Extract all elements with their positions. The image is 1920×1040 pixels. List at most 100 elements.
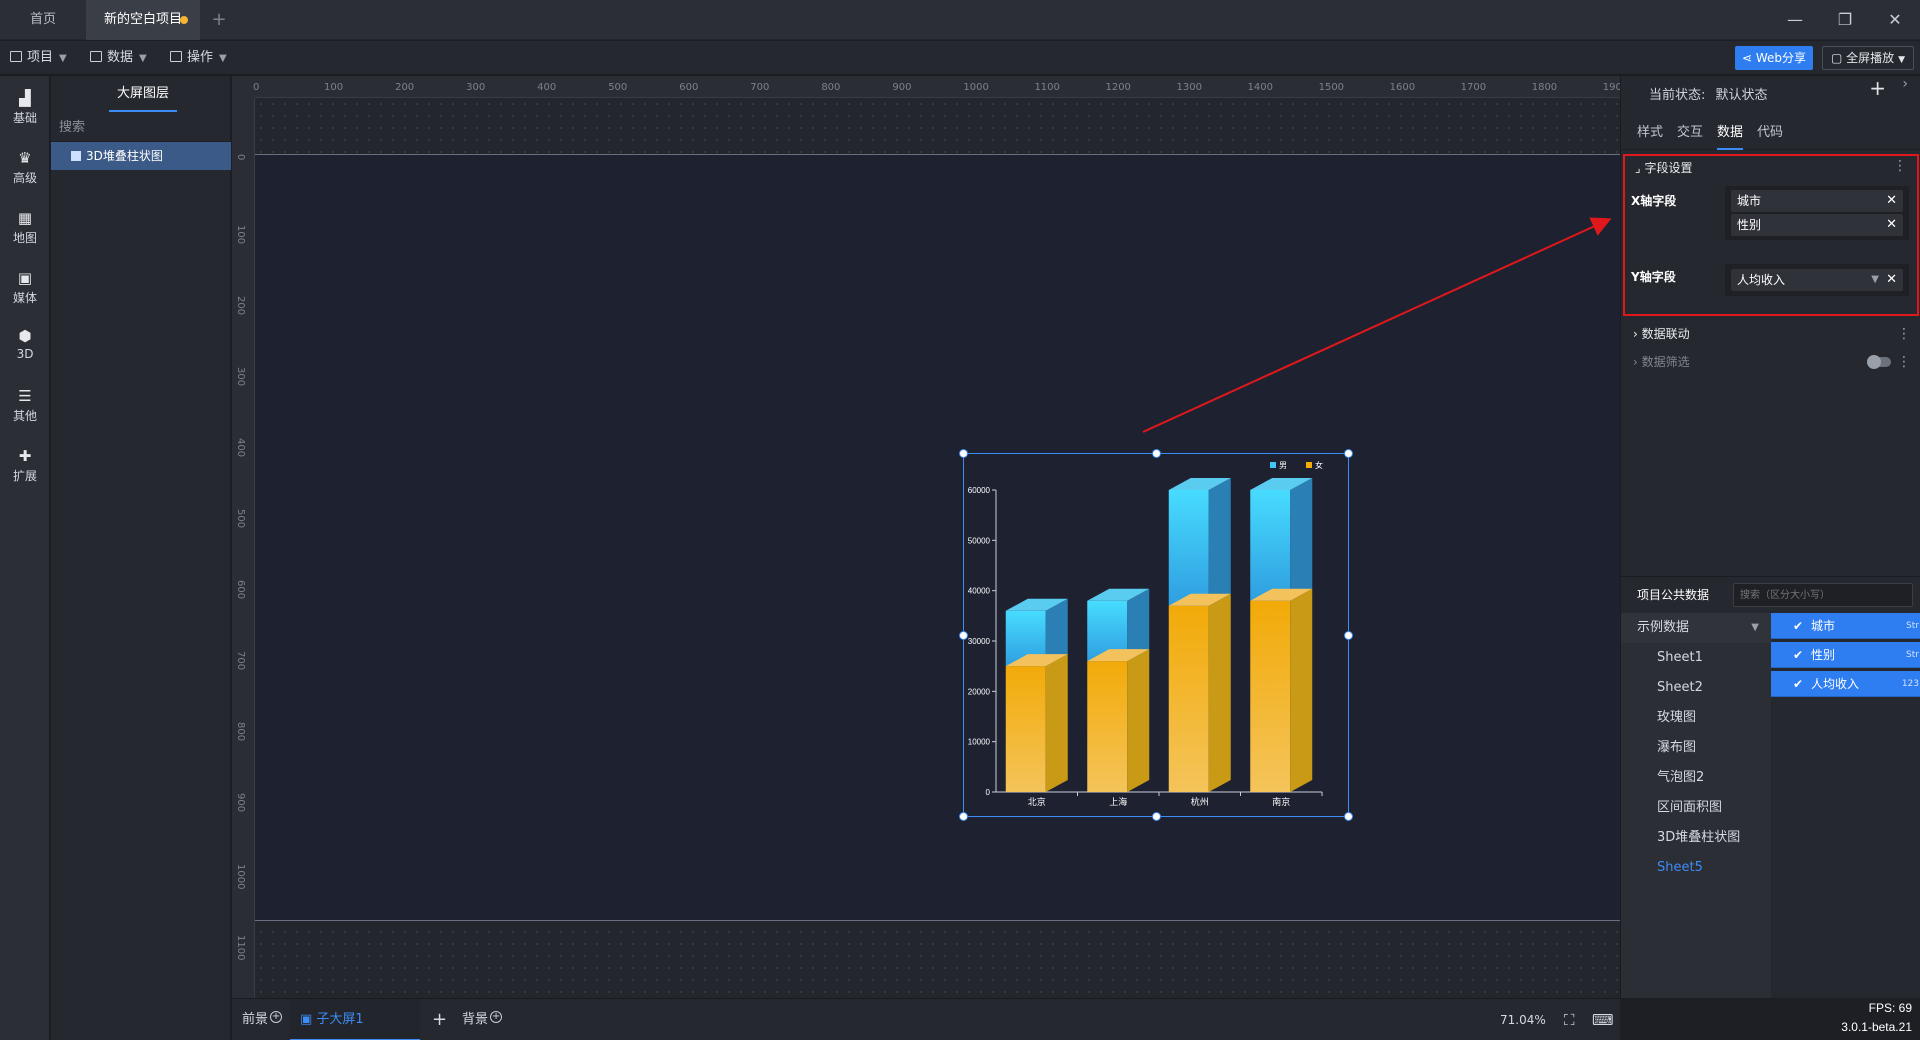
resize-handle[interactable]	[1152, 812, 1161, 821]
rail-media[interactable]: ▣ 媒体	[0, 264, 50, 314]
bar-female-side	[1045, 654, 1068, 792]
tab-home[interactable]: 首页	[0, 0, 86, 40]
ruler-tick-label: 600	[235, 580, 246, 600]
bar-male-side	[1290, 478, 1313, 601]
dataset-sheet[interactable]: 瀑布图	[1621, 733, 1771, 763]
state-value[interactable]: 默认状态	[1716, 88, 1768, 103]
resize-handle[interactable]	[1344, 631, 1353, 640]
add-tab-button[interactable]: +	[204, 0, 234, 40]
properties-panel: 当前状态: 默认状态 + › 样式 交互 数据 代码 ⌟ 字段设置 ⋮ X轴字段…	[1620, 76, 1920, 576]
resize-handle[interactable]	[959, 631, 968, 640]
rail-map[interactable]: ▦ 地图	[0, 204, 50, 254]
ruler-tick-label: 1800	[1531, 82, 1558, 93]
more-vertical-icon[interactable]: ⋮	[1897, 320, 1911, 348]
more-vertical-icon[interactable]: ⋮	[1897, 348, 1911, 376]
x-field-chip[interactable]: 性别 ✕	[1731, 214, 1903, 236]
more-vertical-icon[interactable]: ⋮	[1893, 158, 1907, 174]
add-circle-icon[interactable]: +	[490, 1011, 503, 1023]
layers-search-input[interactable]: 搜索	[51, 114, 231, 142]
dataset-sheet[interactable]: Sheet5	[1621, 853, 1771, 883]
ruler-left[interactable]: 0 100 200 300 400 500 600 700 800 900 1000 1100	[232, 98, 255, 998]
dataset-sheet[interactable]: 3D堆叠柱状图	[1621, 823, 1771, 853]
resize-handle[interactable]	[959, 812, 968, 821]
resize-handle[interactable]	[1152, 449, 1161, 458]
menu-ops[interactable]: 操作 ▼	[170, 41, 227, 75]
restore-button[interactable]: ❐	[1820, 0, 1870, 40]
x-field-chip[interactable]: 城市 ✕	[1731, 190, 1903, 212]
field-label: 城市	[1811, 619, 1836, 633]
dataset-sheet[interactable]: Sheet2	[1621, 673, 1771, 703]
dataset-field-row[interactable]: ✔ 人均收入 123	[1771, 671, 1920, 697]
legend-label: 男	[1279, 461, 1287, 470]
screen-stage[interactable]: 0 10000 20000 30000 40000 50000 60000 北京 上海 杭州 南京 男…	[255, 154, 1620, 921]
resize-handle[interactable]	[1344, 812, 1353, 821]
dataset-root[interactable]: 示例数据 ▼	[1621, 613, 1771, 643]
chart-component[interactable]: 0 10000 20000 30000 40000 50000 60000 北京 上海 杭州 南京 男…	[959, 449, 1353, 821]
resize-handle[interactable]	[1344, 449, 1353, 458]
add-state-button[interactable]: +	[1869, 76, 1886, 100]
keyboard-icon[interactable]: ⌨	[1592, 999, 1614, 1040]
layer-item[interactable]: 3D堆叠柱状图	[51, 142, 231, 170]
bar-female-front	[1005, 666, 1046, 792]
resize-handle[interactable]	[959, 449, 968, 458]
dataset-sheet[interactable]: Sheet1	[1621, 643, 1771, 673]
rail-other[interactable]: ☰ 其他	[0, 382, 50, 432]
foreground-tab[interactable]: 前景 +	[242, 999, 283, 1040]
app-window: 首页 新的空白项目 + — ❐ ✕ 项目 ▼ 数据 ▼ 操作 ▼ ⋖ Web分享 ▢ …	[0, 0, 1920, 1040]
dataset-sheet[interactable]: 玫瑰图	[1621, 703, 1771, 733]
add-circle-icon[interactable]: +	[270, 1011, 283, 1023]
dataset-sheet[interactable]: 气泡图2	[1621, 763, 1771, 793]
data-filter-toggle[interactable]	[1867, 355, 1891, 369]
bar-male-front	[1168, 490, 1209, 606]
remove-icon[interactable]: ✕	[1886, 190, 1897, 212]
public-data-search-input[interactable]	[1733, 583, 1913, 607]
fit-screen-icon[interactable]: ⛶	[1564, 999, 1575, 1040]
tab-style[interactable]: 样式	[1637, 116, 1663, 150]
fullscreen-label: 全屏播放	[1846, 51, 1895, 65]
ruler-tick-label: 300	[235, 367, 246, 387]
menu-data[interactable]: 数据 ▼	[90, 41, 147, 75]
x-field-dropzone[interactable]: 城市 ✕ 性别 ✕	[1725, 186, 1909, 240]
dataset-field-row[interactable]: ✔ 城市 Str	[1771, 613, 1920, 639]
tab-layers[interactable]: 大屏图层	[109, 76, 178, 112]
minimize-button[interactable]: —	[1770, 0, 1820, 40]
menu-project[interactable]: 项目 ▼	[10, 41, 67, 75]
chevron-right-icon[interactable]: ›	[1902, 76, 1908, 92]
dataset-field-row[interactable]: ✔ 性别 Str	[1771, 642, 1920, 668]
subscreen-tab[interactable]: ▣ 子大屏1	[290, 999, 420, 1040]
tab-interaction[interactable]: 交互	[1677, 116, 1703, 150]
zoom-level[interactable]: 71.04%	[1500, 999, 1546, 1040]
remove-icon[interactable]: ✕	[1886, 214, 1897, 236]
field-type-badge: 123	[1901, 679, 1919, 689]
remove-icon[interactable]: ✕	[1886, 269, 1897, 291]
data-linkage-section[interactable]: › 数据联动 ⋮	[1621, 320, 1920, 348]
chevron-down-icon[interactable]: ▼	[1871, 269, 1879, 291]
fullscreen-play-button[interactable]: ▢ 全屏播放 ▼	[1822, 46, 1914, 70]
x-field-chip-label: 城市	[1737, 194, 1762, 208]
field-settings-header[interactable]: ⌟ 字段设置	[1635, 156, 1692, 180]
field-settings-section: ⌟ 字段设置 ⋮ X轴字段 城市 ✕ 性别 ✕ Y轴字段 人均收入 ▼ ✕	[1623, 154, 1919, 316]
rail-label: 扩展	[12, 469, 37, 483]
screen-icon: ▣	[300, 1012, 317, 1027]
close-window-button[interactable]: ✕	[1870, 0, 1920, 40]
y-field-dropzone[interactable]: 人均收入 ▼ ✕	[1725, 264, 1909, 296]
tab-code[interactable]: 代码	[1757, 116, 1783, 150]
ruler-top[interactable]: 0 100 200 300 400 500 600 700 800 900 1000 1100 1200…	[253, 76, 1620, 98]
fullscreen-icon: ▢	[1830, 51, 1847, 65]
rail-extend[interactable]: ✚ 扩展	[0, 442, 50, 492]
x-tick-label: 南京	[1272, 796, 1290, 808]
rail-3d[interactable]: ⬢ 3D	[0, 322, 50, 372]
data-filter-section[interactable]: › 数据筛选 ⋮	[1621, 348, 1920, 376]
add-subscreen-button[interactable]: +	[432, 999, 447, 1040]
dataset-sheet[interactable]: 区间面积图	[1621, 793, 1771, 823]
background-tab[interactable]: 背景 +	[462, 999, 503, 1040]
rail-advanced[interactable]: ♛ 高级	[0, 144, 50, 194]
y-field-chip[interactable]: 人均收入 ▼ ✕	[1731, 269, 1903, 291]
layers-panel: 大屏图层 搜索 3D堆叠柱状图	[51, 76, 231, 1040]
web-share-button[interactable]: ⋖ Web分享	[1735, 46, 1813, 70]
tab-data[interactable]: 数据	[1717, 116, 1744, 150]
x-tick-label: 北京	[1028, 796, 1046, 808]
editor-canvas[interactable]: 0 10000 20000 30000 40000 50000 60000 北京 上海 杭州 南京男…	[232, 76, 1620, 998]
tab-project[interactable]: 新的空白项目	[86, 0, 200, 40]
rail-basic[interactable]: ▟ 基础	[0, 84, 50, 134]
